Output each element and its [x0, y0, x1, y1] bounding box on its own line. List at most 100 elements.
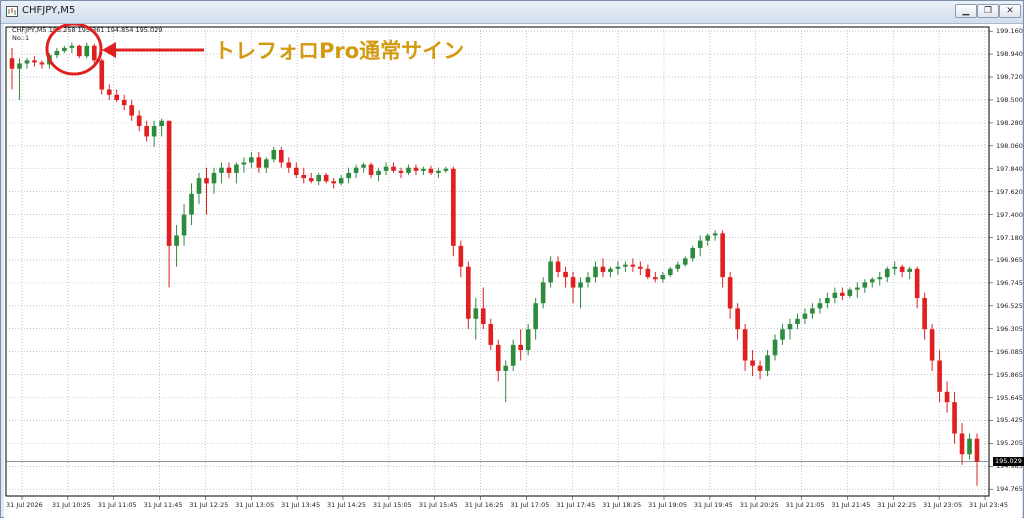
candle-body	[293, 167, 299, 175]
x-tick-label: 31 Jul 19:45	[693, 501, 733, 509]
candle-body	[653, 277, 658, 280]
y-tick-label: 194.765	[996, 485, 1023, 494]
candle-body	[286, 162, 292, 168]
candle-body	[645, 268, 651, 278]
candle-body	[383, 166, 389, 171]
candle-body	[91, 45, 97, 61]
x-tick-label: 31 Jul 18:25	[602, 501, 642, 509]
candle-body	[346, 172, 351, 179]
candle-body	[121, 99, 127, 106]
candle-body	[39, 62, 45, 65]
candle-body	[331, 181, 336, 184]
candle-body	[226, 167, 232, 173]
candle-body	[129, 105, 135, 116]
y-tick-label: 197.620	[996, 187, 1023, 196]
candle-body	[899, 266, 905, 272]
candle-body	[675, 264, 681, 269]
candle-body	[473, 308, 479, 319]
x-tick-label: 31 Jul 10:25	[51, 501, 91, 509]
x-tick-label: 31 Jul 23:05	[923, 501, 963, 509]
candle-body	[907, 268, 912, 272]
restore-button[interactable]: ❐	[977, 4, 999, 18]
x-tick-label: 31 Jul 17:45	[556, 501, 596, 509]
x-tick-label: 31 Jul 11:45	[143, 501, 183, 509]
candle-body	[32, 60, 37, 63]
candle-body	[585, 277, 591, 283]
x-tick-label: 31 Jul 20:25	[739, 501, 779, 509]
candle-body	[525, 329, 531, 351]
candle-body	[810, 308, 815, 314]
candle-body	[391, 166, 396, 171]
candle-body	[62, 47, 67, 51]
minimize-button[interactable]: ▁	[955, 4, 977, 18]
candle-body	[712, 233, 718, 236]
candle-body	[196, 178, 202, 194]
y-tick-label: 196.525	[996, 301, 1023, 310]
candle-body	[869, 279, 875, 283]
candle-body	[159, 120, 164, 127]
candle-body	[451, 168, 456, 246]
chart-window-icon	[6, 6, 18, 17]
y-tick-label: 198.940	[996, 50, 1023, 59]
candle-body	[84, 45, 90, 57]
x-tick-label: 31 Jul 15:45	[418, 501, 458, 509]
y-tick-label: 196.965	[996, 255, 1023, 264]
candle-body	[952, 402, 957, 434]
candle-body	[922, 297, 927, 330]
candle-body	[615, 266, 621, 269]
candle-body	[593, 266, 598, 278]
x-tick-label: 31 Jul 21:05	[785, 501, 825, 509]
y-tick-label: 195.865	[996, 370, 1023, 379]
price-chart[interactable]: CHFJPY,M5 195.258 195.361 194.854 195.02…	[4, 24, 1024, 518]
candle-body	[323, 174, 329, 182]
y-tick-label: 198.720	[996, 73, 1023, 82]
x-tick-label: 31 Jul 12:25	[189, 501, 229, 509]
candle-body	[181, 214, 187, 236]
candle-body	[720, 233, 725, 278]
candle-body	[959, 433, 965, 455]
candle-body	[443, 168, 449, 171]
candle-body	[376, 170, 381, 175]
candle-body	[929, 329, 935, 361]
y-tick-label: 195.205	[996, 439, 1023, 448]
x-tick-label: 31 Jul 11:05	[97, 501, 137, 509]
candle-body	[840, 292, 845, 296]
candle-body	[862, 282, 868, 288]
candle-body	[660, 275, 666, 280]
y-tick-label: 197.400	[996, 210, 1023, 219]
candle-body	[271, 149, 277, 160]
candle-body	[772, 339, 778, 356]
candle-body	[682, 258, 688, 265]
candle-body	[914, 268, 920, 298]
close-button[interactable]: ✕	[999, 4, 1021, 18]
candle-body	[144, 126, 149, 137]
chart-window: CHFJPY,M5 ▁ ❐ ✕ CHFJPY,M5 195.258 195.36…	[0, 0, 1024, 518]
y-tick-label: 196.305	[996, 324, 1023, 333]
candle-body	[802, 313, 808, 319]
candle-body	[600, 266, 606, 272]
candle-body	[757, 365, 763, 371]
current-price-tag: 195.029	[993, 456, 1024, 466]
y-tick-label: 198.280	[996, 118, 1023, 127]
candle-body	[361, 164, 366, 168]
candle-body	[69, 45, 75, 48]
candle-body	[623, 264, 628, 267]
candle-body	[17, 63, 22, 69]
candle-body	[465, 266, 471, 319]
candle-body	[735, 308, 740, 330]
candle-body	[278, 149, 284, 163]
candle-body	[787, 324, 793, 330]
candle-body	[106, 89, 112, 95]
y-tick-label: 195.645	[996, 393, 1023, 402]
candle-body	[166, 120, 172, 246]
candle-body	[77, 45, 82, 57]
y-tick-label: 199.160	[996, 27, 1023, 36]
x-tick-label: 31 Jul 17:05	[510, 501, 550, 509]
candlestick-chart[interactable]	[4, 24, 1022, 518]
candle-body	[690, 247, 696, 259]
x-tick-label: 31 Jul 16:25	[464, 501, 504, 509]
candle-body	[316, 174, 322, 182]
candle-body	[540, 282, 546, 304]
title-bar[interactable]: CHFJPY,M5 ▁ ❐ ✕	[1, 1, 1023, 24]
y-tick-label: 196.085	[996, 347, 1023, 356]
